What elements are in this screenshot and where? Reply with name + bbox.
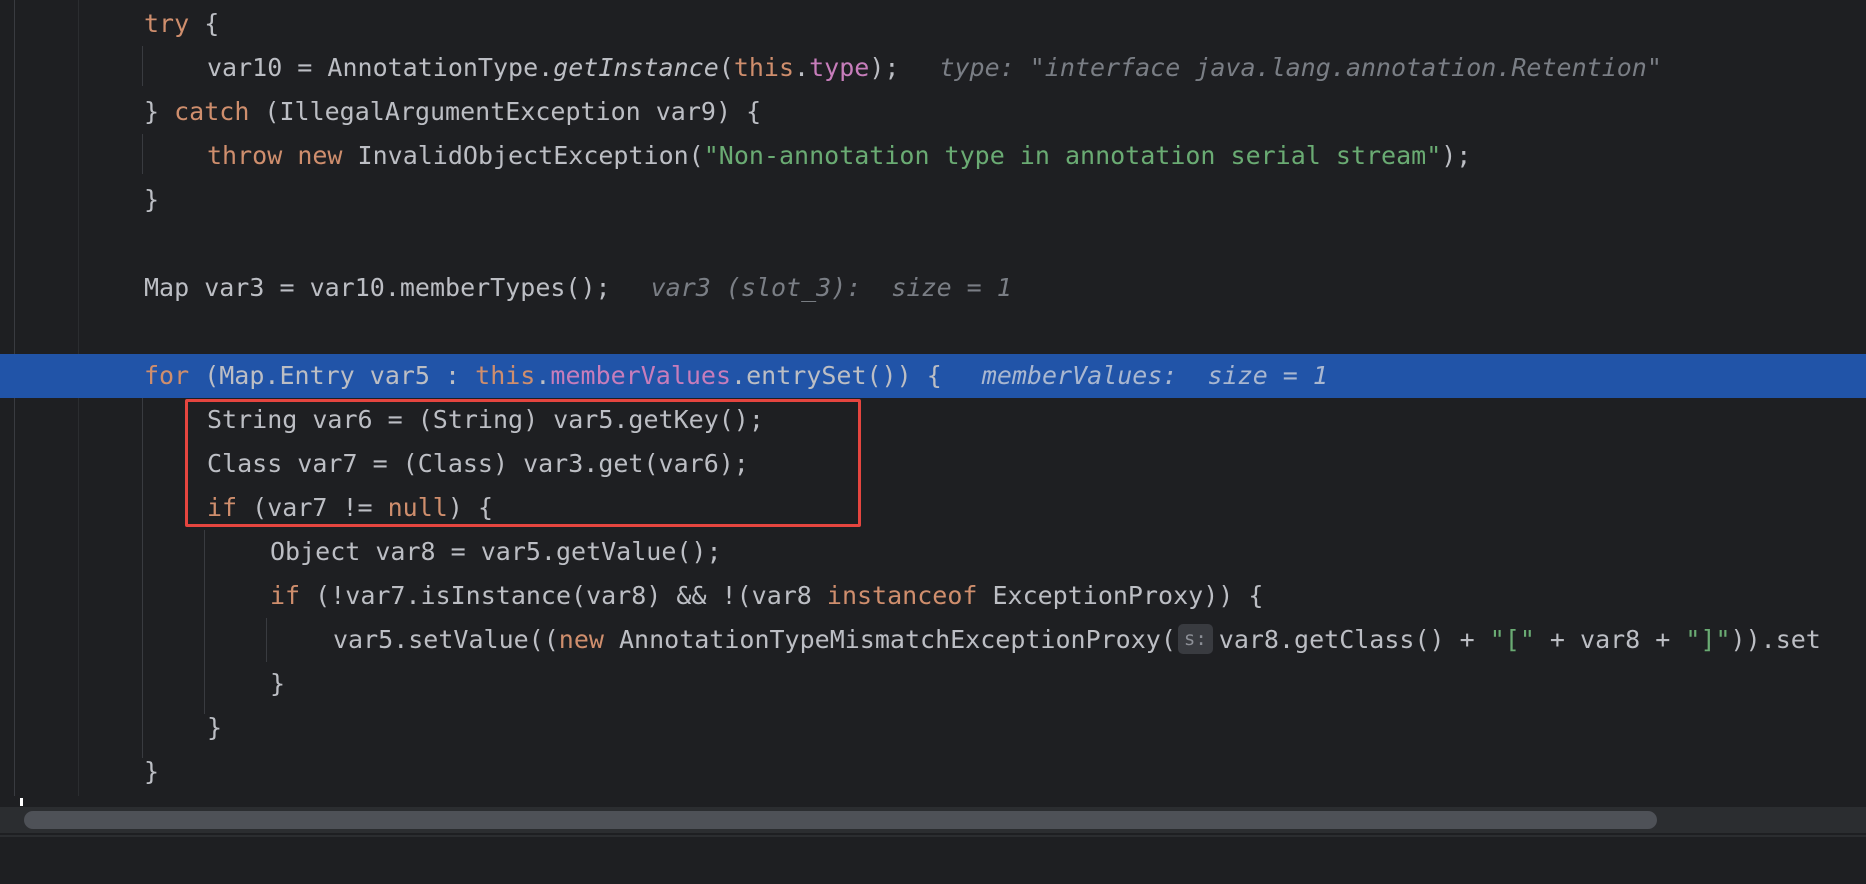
code-text: . [535,361,551,390]
keyword-if: if [270,581,301,610]
field-member-values: memberValues [550,361,732,390]
string-literal: "[" [1489,625,1535,654]
code-text: { [189,9,220,38]
debug-inline-value: type: "interface java.lang.annotation.Re… [939,53,1662,82]
keyword-this: this [733,53,795,82]
code-text: var10 = AnnotationType. [207,53,554,82]
code-line-close-brace[interactable]: } [0,662,1866,706]
code-text: . [794,53,810,82]
code-text: } [207,713,223,742]
annotation-highlight-box [185,399,861,527]
code-text: } [144,185,160,214]
keyword-throw: throw [207,141,283,170]
keyword-for: for [144,361,190,390]
code-text: } [144,97,175,126]
keyword-instanceof: instanceof [826,581,978,610]
debug-inline-value: memberValues: size = 1 [981,361,1328,390]
horizontal-scrollbar[interactable] [0,807,1866,833]
code-text: ); [1441,141,1472,170]
code-line-throw[interactable]: throw new InvalidObjectException("Non-an… [0,134,1866,178]
code-text: Map var3 = var10.memberTypes(); [144,273,611,302]
code-text: + var8 + [1534,625,1686,654]
code-line-close-brace[interactable]: } [0,706,1866,750]
keyword-this: this [475,361,536,390]
field-type: type [809,53,870,82]
bottom-panel [0,835,1866,884]
text-caret [20,798,23,806]
code-text: var5.setValue(( [333,625,559,654]
keyword-new: new [297,141,343,170]
code-line-catch[interactable]: } catch (IllegalArgumentException var9) … [0,90,1866,134]
code-text: ); [869,53,900,82]
code-text: InvalidObjectException( [357,141,704,170]
horizontal-scrollbar-thumb[interactable] [24,811,1657,829]
keyword-new: new [558,625,604,654]
code-line-set-value[interactable]: var5.setValue((new AnnotationTypeMismatc… [0,618,1866,662]
code-line-try[interactable]: try { [0,2,1866,46]
code-text: (IllegalArgumentException var9) { [249,97,762,126]
code-line-close-brace[interactable]: } [0,750,1866,794]
code-line-get-value[interactable]: Object var8 = var5.getValue(); [0,530,1866,574]
code-text: ExceptionProxy)) { [977,581,1264,610]
code-line-get-instance[interactable]: var10 = AnnotationType.getInstance(this.… [0,46,1866,90]
parameter-name-hint: s: [1177,624,1213,654]
code-editor[interactable]: try { var10 = AnnotationType.getInstance… [0,0,1866,796]
code-text: Object var8 = var5.getValue(); [270,537,722,566]
code-text: .entrySet()) { [731,361,942,390]
code-line-close-brace[interactable]: } [0,178,1866,222]
debug-inline-value: var3 (slot_3): size = 1 [650,273,1012,302]
keyword-try: try [144,9,190,38]
code-text: var8.getClass() + [1218,625,1490,654]
code-line-is-instance[interactable]: if (!var7.isInstance(var8) && !(var8 ins… [0,574,1866,618]
string-literal: "]" [1685,625,1731,654]
code-text: (Map.Entry var5 : [189,361,476,390]
code-text: )).set [1730,625,1821,654]
code-text: ( [718,53,734,82]
method-get-instance: getInstance [553,53,719,82]
code-text: AnnotationTypeMismatchExceptionProxy( [603,625,1176,654]
code-line-for-loop-current[interactable]: for (Map.Entry var5 : this.memberValues.… [0,354,1866,398]
code-text: } [144,757,160,786]
string-literal: "Non-annotation type in annotation seria… [703,141,1442,170]
keyword-catch: catch [174,97,250,126]
code-text: (!var7.isInstance(var8) && !(var8 [300,581,827,610]
code-text: } [270,669,286,698]
code-line-member-types[interactable]: Map var3 = var10.memberTypes(); var3 (slo… [0,266,1866,310]
